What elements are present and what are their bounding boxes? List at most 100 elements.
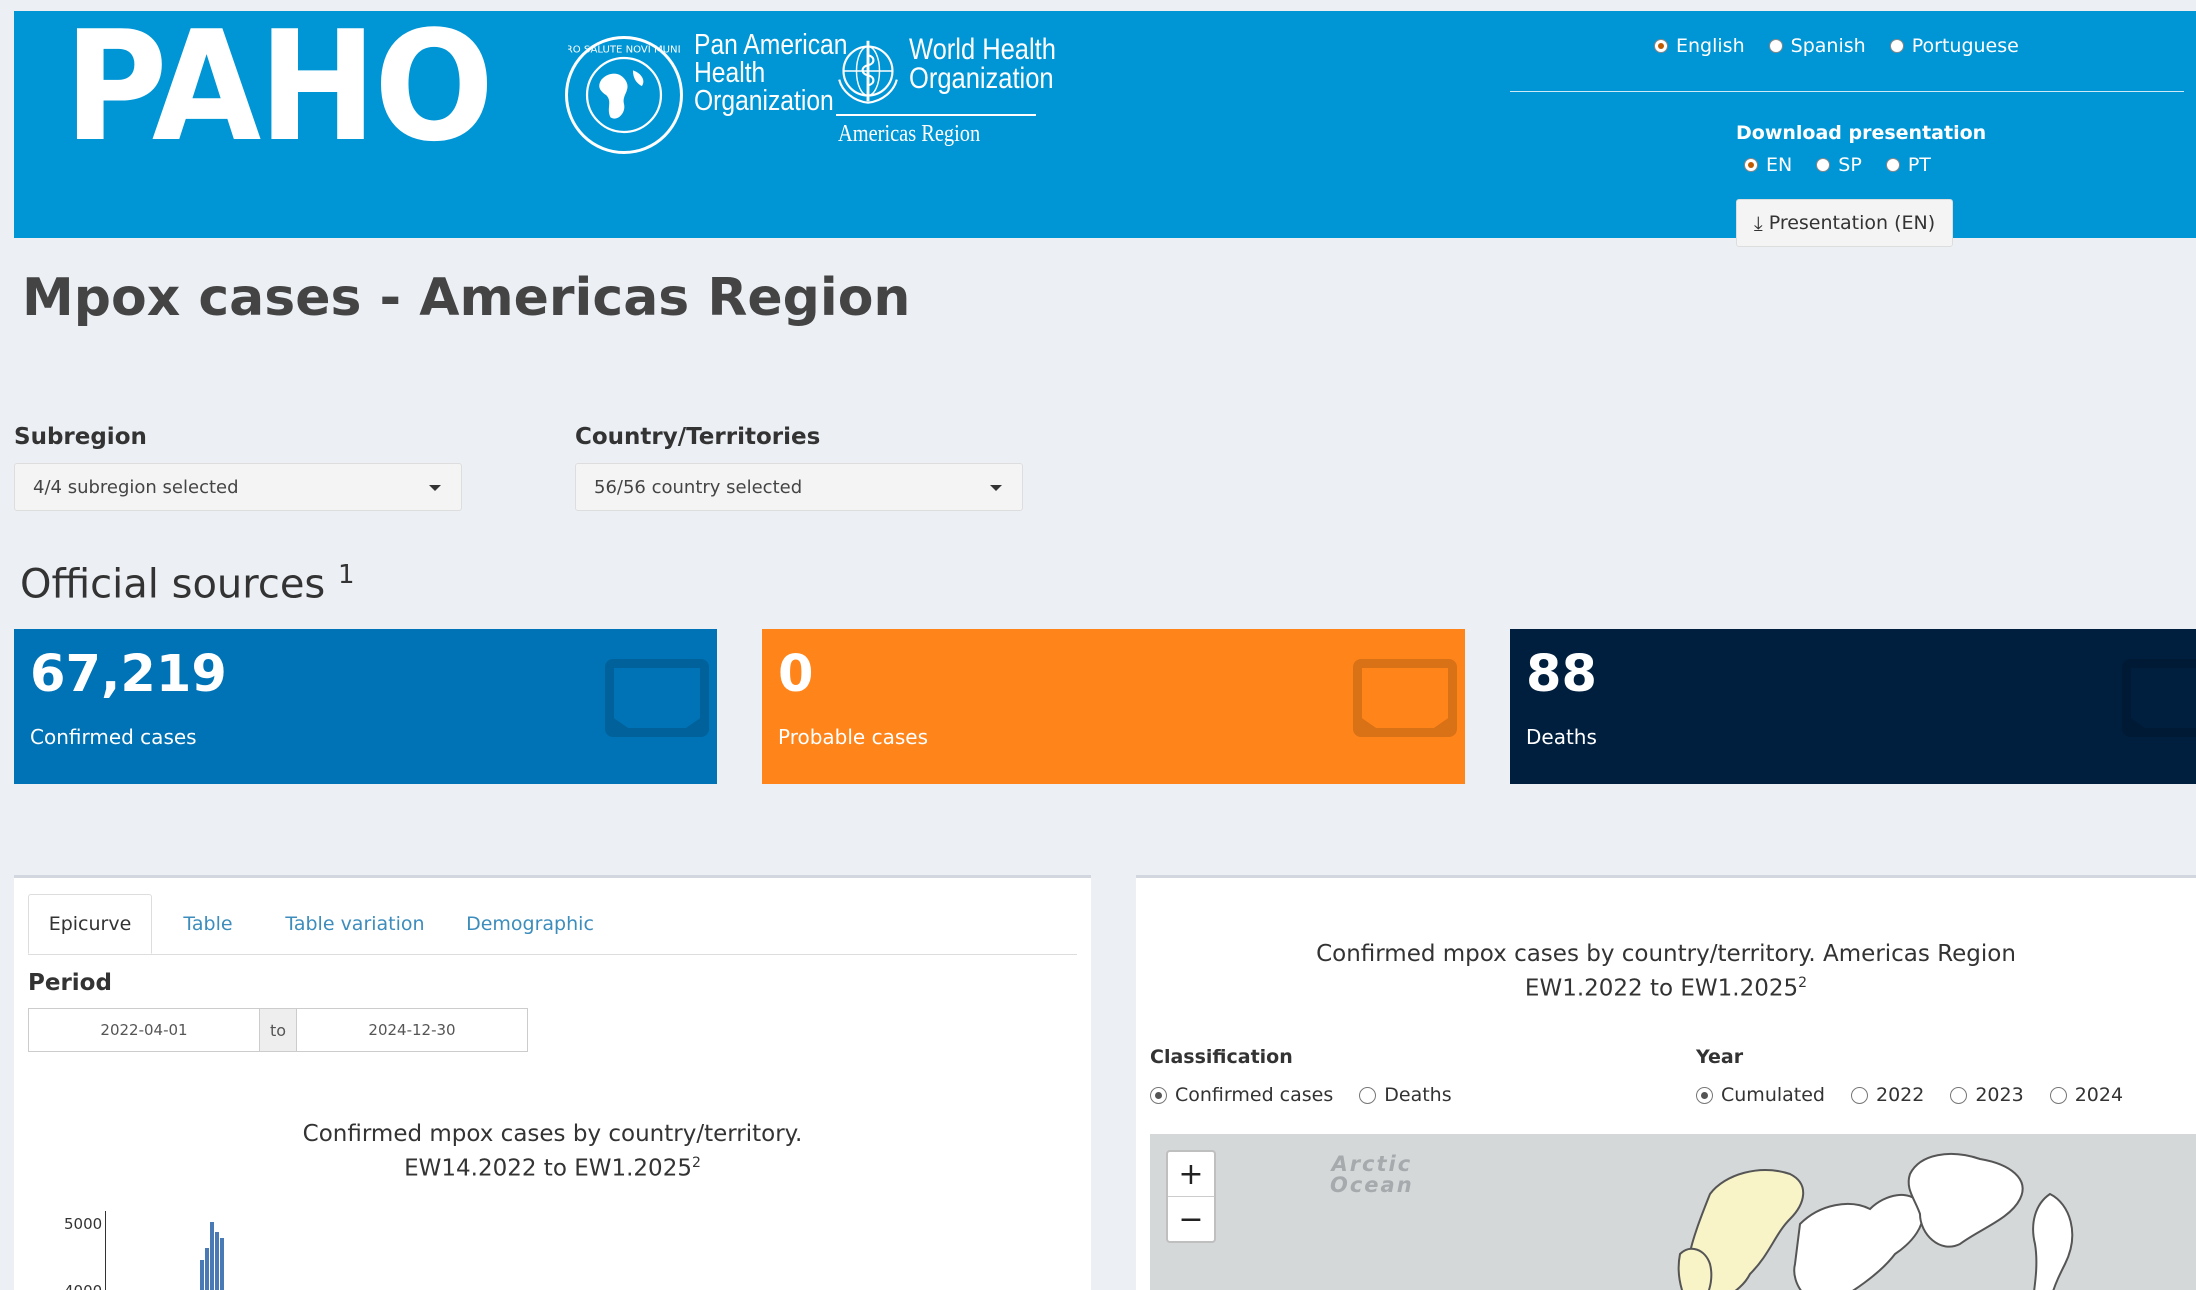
subregion-value: 4/4 subregion selected — [33, 476, 239, 498]
tab-demographic[interactable]: Demographic — [450, 894, 610, 954]
radio-icon[interactable] — [1696, 1086, 1713, 1104]
y-axis-tick: 4000 — [64, 1282, 102, 1290]
radio-icon[interactable] — [1744, 158, 1758, 172]
chart-title-line: EW14.2022 to EW1.20252 — [14, 1149, 1091, 1184]
epicurve-bar — [215, 1232, 219, 1290]
radio-icon[interactable] — [1950, 1086, 1968, 1104]
paho-name-line: Health — [694, 57, 766, 89]
language-label: English — [1676, 35, 1745, 57]
epicurve-bar — [205, 1248, 209, 1290]
download-option-label: EN — [1766, 154, 1793, 176]
radio-icon[interactable] — [1889, 39, 1904, 53]
choropleth-map[interactable]: + − Arctic Ocean — [1150, 1134, 2196, 1290]
radio-icon[interactable] — [2049, 1086, 2067, 1104]
language-option-english[interactable]: English — [1654, 35, 1745, 57]
download-button-label: Presentation (EN) — [1768, 212, 1936, 234]
who-name-line: World Health — [909, 33, 1056, 66]
deaths-value: 88 — [1526, 645, 1597, 704]
country-label: Country/Territories — [575, 424, 821, 450]
paho-name: Pan American Health Organization — [694, 29, 848, 117]
option-label: 2024 — [2074, 1084, 2124, 1106]
envelope-icon — [605, 659, 709, 737]
radio-icon[interactable] — [1150, 1086, 1167, 1104]
option-label: 2023 — [1975, 1084, 2024, 1106]
download-title: Download presentation — [1736, 122, 1987, 144]
probable-cases-box: 0 Probable cases — [762, 629, 1465, 784]
date-separator: to — [260, 1008, 296, 1052]
probable-cases-label: Probable cases — [778, 725, 928, 749]
classification-confirmed[interactable]: Confirmed cases — [1150, 1084, 1333, 1106]
subregion-select[interactable]: 4/4 subregion selected — [14, 463, 462, 511]
caret-down-icon — [990, 485, 1002, 491]
download-option-label: PT — [1907, 154, 1931, 176]
chart-title-line: Confirmed mpox cases by country/territor… — [1316, 941, 2016, 967]
who-name: World Health Organization — [909, 33, 1056, 95]
chart-title-period: EW1.2022 to EW1.2025 — [1524, 975, 1799, 1002]
deaths-label: Deaths — [1526, 725, 1597, 749]
option-label: Cumulated — [1721, 1084, 1825, 1106]
paho-name-line: Organization — [694, 85, 834, 117]
y-axis-line — [105, 1211, 106, 1290]
paho-seal-icon: PRO SALUTE NOVI MUNDI — [560, 36, 688, 154]
period-label: Period — [28, 970, 112, 996]
radio-icon[interactable] — [1850, 1086, 1868, 1104]
zoom-in-button[interactable]: + — [1168, 1152, 1214, 1196]
year-options: Cumulated 2022 2023 2024 — [1696, 1084, 2149, 1106]
epicurve-chart-title: Confirmed mpox cases by country/territor… — [14, 1120, 1091, 1184]
map-zoom-control: + − — [1166, 1150, 1216, 1243]
year-cumulated[interactable]: Cumulated — [1696, 1084, 1825, 1106]
radio-icon[interactable] — [1359, 1086, 1377, 1104]
envelope-icon — [1353, 659, 1457, 737]
tab-epicurve[interactable]: Epicurve — [28, 894, 152, 954]
radio-icon[interactable] — [1816, 158, 1831, 172]
who-emblem-icon — [838, 40, 898, 104]
classification-deaths[interactable]: Deaths — [1359, 1084, 1452, 1106]
radio-icon[interactable] — [1768, 39, 1783, 53]
language-option-spanish[interactable]: Spanish — [1768, 35, 1866, 57]
footnote-marker: 2 — [1798, 975, 1808, 991]
official-sources-label: Official sources — [20, 561, 326, 608]
radio-icon[interactable] — [1885, 158, 1900, 172]
paho-name-line: Pan American — [694, 29, 848, 61]
zoom-out-button[interactable]: − — [1168, 1196, 1214, 1241]
period-date-range: 2022-04-01 to 2024-12-30 — [28, 1008, 528, 1052]
map-panel: Confirmed mpox cases by country/territor… — [1136, 875, 2196, 1290]
epicurve-panel: Epicurve Table Table variation Demograph… — [14, 875, 1091, 1290]
who-region-label: Americas Region — [838, 121, 981, 147]
download-option-en[interactable]: EN — [1744, 154, 1792, 176]
language-label: Spanish — [1790, 35, 1866, 57]
year-2024[interactable]: 2024 — [2049, 1084, 2124, 1106]
footnote-marker: 1 — [338, 560, 355, 590]
date-from-input[interactable]: 2022-04-01 — [28, 1008, 260, 1052]
official-sources-title: Official sources 1 — [20, 560, 355, 607]
footnote-marker: 2 — [691, 1155, 701, 1171]
header-banner: PAHO PRO SALUTE NOVI MUNDI Pan American … — [14, 11, 2196, 247]
radio-icon[interactable] — [1654, 39, 1668, 53]
download-presentation-button[interactable]: ⤓ Presentation (EN) — [1736, 199, 1953, 247]
country-select[interactable]: 56/56 country selected — [575, 463, 1023, 511]
map-landmass — [1677, 1153, 2074, 1290]
subregion-label: Subregion — [14, 424, 147, 450]
chart-title-period: EW14.2022 to EW1.2025 — [404, 1155, 692, 1182]
year-2022[interactable]: 2022 — [1850, 1084, 1924, 1106]
language-option-portuguese[interactable]: Portuguese — [1889, 35, 2019, 57]
year-label: Year — [1696, 1046, 1744, 1068]
year-2023[interactable]: 2023 — [1950, 1084, 2024, 1106]
option-label: Confirmed cases — [1175, 1084, 1334, 1106]
header-divider — [1510, 91, 2184, 92]
ocean-label-line: Arctic — [1331, 1152, 1413, 1176]
download-option-pt[interactable]: PT — [1885, 154, 1931, 176]
y-axis-tick: 5000 — [64, 1215, 103, 1233]
confirmed-cases-box: 67,219 Confirmed cases — [14, 629, 717, 784]
envelope-icon — [2122, 659, 2196, 737]
tab-table-variation[interactable]: Table variation — [270, 894, 440, 954]
download-option-sp[interactable]: SP — [1816, 154, 1862, 176]
map-chart-title: Confirmed mpox cases by country/territor… — [1136, 940, 2196, 1004]
download-language-selector: EN SP PT — [1744, 154, 1949, 177]
deaths-box: 88 Deaths — [1510, 629, 2196, 784]
date-to-input[interactable]: 2024-12-30 — [296, 1008, 528, 1052]
tab-table[interactable]: Table — [158, 894, 258, 954]
country-value: 56/56 country selected — [594, 476, 803, 498]
epicurve-bar — [210, 1222, 214, 1290]
who-name-line: Organization — [909, 62, 1054, 95]
